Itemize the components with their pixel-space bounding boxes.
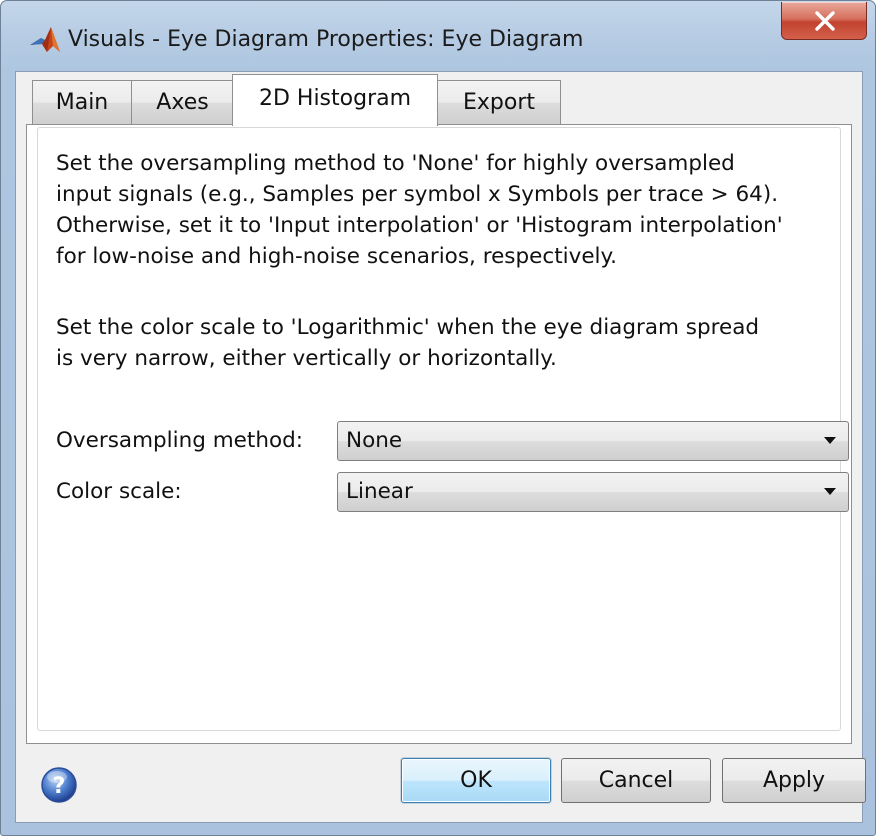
ok-button[interactable]: OK [401, 758, 551, 803]
description-line: for low-noise and high-noise scenarios, … [56, 244, 618, 269]
oversampling-method-label: Oversampling method: [56, 428, 304, 453]
color-scale-select[interactable]: Linear [337, 472, 849, 512]
chevron-down-icon [824, 488, 836, 495]
dialog-window: Visuals - Eye Diagram Properties: Eye Di… [0, 0, 876, 836]
color-scale-value: Linear [346, 479, 413, 504]
oversampling-description: Set the oversampling method to 'None' fo… [56, 148, 783, 272]
oversampling-method-value: None [346, 428, 403, 453]
tab-main[interactable]: Main [32, 80, 132, 124]
tab-panel-2d-histogram: Set the oversampling method to 'None' fo… [26, 124, 852, 744]
settings-group: Set the oversampling method to 'None' fo… [37, 127, 849, 731]
color-scale-label: Color scale: [56, 479, 182, 504]
tab-export[interactable]: Export [437, 80, 561, 124]
close-icon [815, 11, 835, 31]
description-line: Set the color scale to 'Logarithmic' whe… [56, 315, 760, 340]
description-line: is very narrow, either vertically or hor… [56, 346, 557, 371]
chevron-down-icon [824, 437, 836, 444]
help-icon[interactable]: ? [40, 766, 78, 804]
description-line: Otherwise, set it to 'Input interpolatio… [56, 213, 783, 238]
close-button[interactable] [781, 2, 867, 40]
oversampling-method-select[interactable]: None [337, 421, 849, 461]
svg-text:?: ? [53, 774, 66, 799]
matlab-logo-icon [29, 25, 61, 55]
description-line: input signals (e.g., Samples per symbol … [56, 182, 779, 207]
description-line: Set the oversampling method to 'None' fo… [56, 151, 735, 176]
cancel-button[interactable]: Cancel [561, 758, 711, 803]
title-bar[interactable]: Visuals - Eye Diagram Properties: Eye Di… [1, 1, 875, 75]
color-scale-description: Set the color scale to 'Logarithmic' whe… [56, 312, 759, 374]
apply-button[interactable]: Apply [722, 758, 866, 803]
tab-axes[interactable]: Axes [131, 80, 234, 124]
client-area: Main Axes 2D Histogram Export Set the ov… [15, 71, 866, 823]
tab-2d-histogram[interactable]: 2D Histogram [232, 74, 438, 126]
window-title: Visuals - Eye Diagram Properties: Eye Di… [68, 27, 584, 52]
